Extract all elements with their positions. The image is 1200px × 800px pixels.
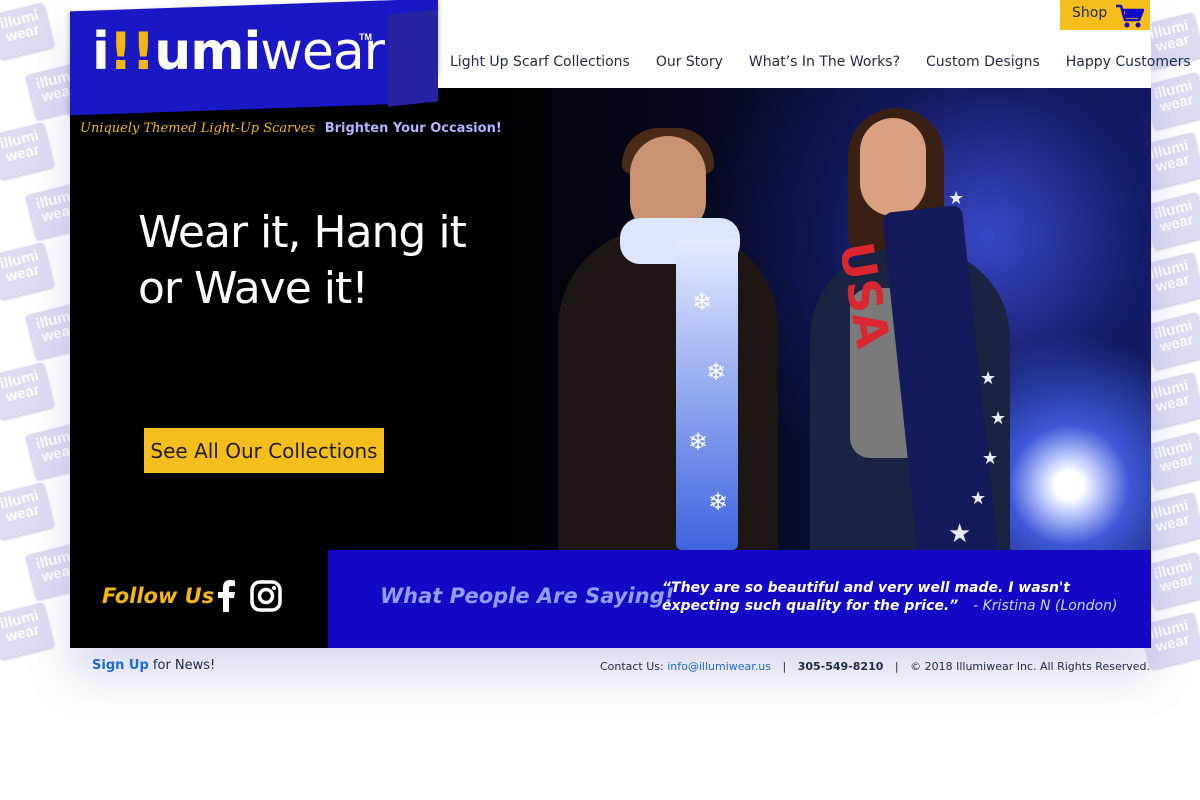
contact-info: Contact Us: info@illumiwear.us | 305-549… <box>600 660 1150 673</box>
testimonial-section: What People Are Saying! “They are so bea… <box>328 550 1151 648</box>
watermark-logo-tile: illumi wear <box>0 121 55 181</box>
man-figure <box>558 228 778 550</box>
tagline-script: Uniquely Themed Light-Up Scarves <box>80 121 316 136</box>
nav-scarf-collections[interactable]: Light Up Scarf Collections <box>450 54 630 70</box>
logo-light-bars: !! <box>108 22 155 82</box>
site-container: Light Up Scarf Collections Our Story Wha… <box>70 0 1191 648</box>
logo-umi: umi <box>154 22 261 82</box>
watermark-logo-tile: illumi wear <box>25 541 75 601</box>
shop-button[interactable]: Shop <box>1060 0 1150 30</box>
star-icon: ★ <box>948 518 972 548</box>
testimonial-heading: What People Are Saying! <box>380 584 675 608</box>
watermark-logo-tile: illumi wear <box>25 181 75 241</box>
sub-footer: Sign Up for News! Contact Us: info@illum… <box>92 658 1150 678</box>
logo-letter-i: i <box>92 22 110 82</box>
signup-bold: Sign Up <box>92 658 149 673</box>
headline-line1: Wear it, Hang it <box>138 207 467 258</box>
tagline: Uniquely Themed Light-Up Scarves Brighte… <box>80 120 502 136</box>
contact-label: Contact Us: <box>599 660 664 673</box>
nav-our-story[interactable]: Our Story <box>656 54 723 70</box>
watermark-logo-tile: illumi wear <box>0 481 55 541</box>
tagline-bold: Brighten Your Occasion! <box>324 121 502 136</box>
nav-happy-customers[interactable]: Happy Customers <box>1066 54 1191 70</box>
watermark-logo-tile: illumi wear <box>1143 431 1200 491</box>
watermark-logo-tile: illumi wear <box>1143 551 1200 611</box>
hero-text-panel <box>70 88 470 550</box>
watermark-logo-tile: illumi wear <box>1143 191 1200 251</box>
shop-label: Shop <box>1072 5 1108 21</box>
watermark-logo-tile: illumi wear <box>25 61 75 121</box>
headline-line2: or Wave it! <box>138 263 369 314</box>
star-icon: ★ <box>970 488 987 508</box>
watermark-logo-tile: illumi wear <box>0 241 55 301</box>
watermark-logo-tile: illumi wear <box>25 301 75 361</box>
watermark-logo-tile: illumi wear <box>0 601 55 661</box>
hero-headline: Wear it, Hang it or Wave it! <box>138 205 467 317</box>
testimonial-quote: “They are so beautiful and very well mad… <box>662 579 1122 615</box>
logo-wear: wear <box>260 22 385 82</box>
watermark-left: illumi wear illumi wear illumi wear illumi wear… <box>0 0 75 700</box>
star-icon: ★ <box>990 408 1007 428</box>
cart-icon <box>1116 4 1145 28</box>
see-all-collections-button[interactable]: See All Our Collections <box>144 428 384 473</box>
signup-link[interactable]: Sign Up for News! <box>92 658 215 673</box>
footer-band: Follow Us What People Are Saying! “They … <box>70 550 1151 648</box>
logo-banner-fold <box>388 9 438 107</box>
watermark-logo-tile: illumi wear <box>1143 311 1200 371</box>
watermark-logo-tile: illumi wear <box>0 1 55 61</box>
watermark-logo-tile: illumi wear <box>25 421 75 481</box>
main-nav: Light Up Scarf Collections Our Story Wha… <box>450 54 1200 70</box>
trademark: TM <box>359 32 372 42</box>
signup-rest: for News! <box>152 658 216 673</box>
follow-us-label: Follow Us <box>102 584 215 608</box>
snowflake-scarf <box>676 238 738 550</box>
quote-author: - Kristina N (London) <box>973 598 1118 614</box>
nav-whats-in-the-works[interactable]: What’s In The Works? <box>749 54 900 70</box>
separator: | <box>894 660 899 673</box>
watermark-logo-tile: illumi wear <box>1143 71 1200 131</box>
woman-head <box>860 118 926 216</box>
separator: | <box>782 660 787 673</box>
copyright: © 2018 Illumiwear Inc. All Rights Reserv… <box>910 660 1150 673</box>
facebook-icon[interactable] <box>216 580 236 612</box>
snowflake-icon: ❄ <box>706 359 727 386</box>
snowflake-icon: ❄ <box>708 489 729 516</box>
watermark-logo-tile: illumi wear <box>0 361 55 421</box>
snowflake-icon: ❄ <box>692 289 713 316</box>
star-icon: ★ <box>948 188 965 208</box>
nav-custom-designs[interactable]: Custom Designs <box>926 54 1040 70</box>
email-link[interactable]: info@illumiwear.us <box>667 660 771 673</box>
star-icon: ★ <box>982 448 999 468</box>
hero-photo: ❄ ❄ ❄ ❄ USA ★ ★ ★ ★ ★ ★ <box>470 88 1151 550</box>
star-icon: ★ <box>980 368 997 388</box>
logo[interactable]: i!!umiwear <box>92 22 385 82</box>
phone-number[interactable]: 305-549-8210 <box>798 660 884 673</box>
follow-us-section: Follow Us <box>70 550 328 648</box>
snowflake-icon: ❄ <box>688 429 709 456</box>
instagram-icon[interactable] <box>250 580 282 612</box>
